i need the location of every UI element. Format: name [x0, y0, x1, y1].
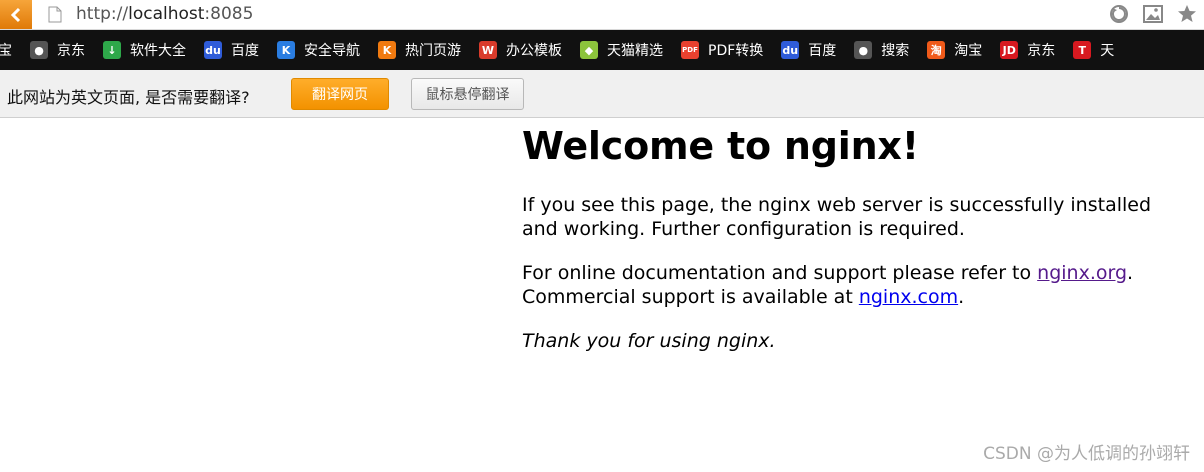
bookmark-item[interactable]: T天	[1073, 40, 1114, 60]
bookmark-label: 宝	[0, 43, 12, 59]
bookmark-item[interactable]: ● 京东	[30, 40, 85, 60]
bookmark-label: 百度	[231, 43, 259, 59]
bookmark-label: 淘宝	[954, 43, 983, 59]
bookmark-label: 天	[1100, 43, 1115, 59]
bookmark-item[interactable]: K 热门页游	[378, 40, 461, 60]
bookmark-item[interactable]: du 百度	[204, 40, 259, 60]
docs-paragraph: For online documentation and support ple…	[522, 261, 1182, 309]
image-icon	[1143, 5, 1163, 23]
translate-prompt: 此网站为英文页面, 是否需要翻译?	[7, 88, 250, 107]
docs-period: .	[1127, 262, 1134, 284]
bookmark-item[interactable]: ◆ 天猫精选	[580, 40, 663, 60]
commercial-text: Commercial support is available at	[522, 286, 859, 308]
bookmark-label: 天猫精选	[607, 43, 663, 59]
tmall-icon: T	[1073, 41, 1092, 59]
leaf-icon: ◆	[580, 41, 598, 59]
page-icon	[48, 6, 62, 23]
back-arrow-icon	[10, 7, 21, 22]
jd-icon: JD	[1000, 41, 1019, 59]
docs-text: For online documentation and support ple…	[522, 262, 1038, 284]
url-scheme: http://	[76, 4, 129, 24]
baidu-icon: du	[781, 41, 800, 59]
template-icon: W	[479, 41, 497, 59]
k-icon: K	[277, 41, 295, 59]
watermark: CSDN @为人低调的孙翊轩	[983, 444, 1190, 464]
bookmark-item[interactable]: W 办公模板	[479, 40, 562, 60]
star-icon	[1178, 5, 1196, 22]
bookmark-item[interactable]: JD 京东	[1000, 40, 1055, 60]
bookmark-label: 京东	[1027, 43, 1056, 59]
commercial-period: .	[958, 286, 965, 308]
nginx-org-link[interactable]: nginx.org	[1037, 262, 1127, 284]
hover-translate-button[interactable]: 鼠标悬停翻译	[411, 78, 524, 110]
bookmark-label: 安全导航	[304, 43, 360, 59]
download-icon: ↓	[103, 41, 121, 59]
bookmark-label: 京东	[57, 43, 85, 59]
refresh-icon	[1110, 5, 1128, 23]
k-game-icon: K	[378, 41, 396, 59]
translate-page-button[interactable]: 翻译网页	[291, 78, 389, 110]
intro-paragraph: If you see this page, the nginx web serv…	[522, 194, 1152, 240]
globe-icon: ●	[854, 41, 873, 59]
address-bar: http://localhost:8085	[0, 0, 1204, 30]
bookmark-item[interactable]: 淘淘宝	[927, 40, 982, 60]
bookmark-item[interactable]: 宝	[0, 40, 12, 60]
page-title: Welcome to nginx!	[522, 124, 919, 168]
bookmark-label: 软件大全	[130, 43, 186, 59]
globe-icon: ●	[30, 41, 48, 59]
bookmark-label: 热门页游	[405, 43, 461, 59]
back-button[interactable]	[0, 0, 32, 29]
thanks-paragraph: Thank you for using nginx.	[522, 330, 776, 352]
baidu-icon: du	[204, 41, 222, 59]
address-actions	[1108, 3, 1198, 25]
url-port: :8085	[204, 4, 254, 24]
bookmark-item[interactable]: PDF PDF转换	[681, 40, 763, 60]
pdf-icon: PDF	[681, 41, 699, 59]
favorite-button[interactable]	[1176, 3, 1198, 25]
url-field[interactable]: http://localhost:8085	[76, 4, 253, 24]
bookmark-item[interactable]: ● 搜索	[854, 40, 909, 60]
bookmark-item[interactable]: K 安全导航	[277, 40, 360, 60]
bookmark-label: 搜索	[881, 43, 910, 59]
bookmark-item[interactable]: ↓ 软件大全	[103, 40, 186, 60]
bookmarks-bar: 宝 ● 京东 ↓ 软件大全 du 百度 K 安全导航 K 热门页游 W 办公模板 ◆ 天猫精选 PDF PDF转…	[0, 30, 1204, 70]
bookmark-item[interactable]: du 百度	[781, 40, 836, 60]
bookmark-label: 百度	[808, 43, 837, 59]
refresh-button[interactable]	[1108, 3, 1130, 25]
translate-bar: 此网站为英文页面, 是否需要翻译? 翻译网页 鼠标悬停翻译	[0, 70, 1204, 118]
bookmark-label: PDF转换	[708, 43, 764, 59]
nginx-com-link[interactable]: nginx.com	[859, 286, 958, 308]
taobao-icon: 淘	[927, 41, 946, 59]
url-host: localhost	[128, 4, 205, 24]
page-content: Welcome to nginx! If you see this page, …	[522, 118, 1182, 353]
bookmark-label: 办公模板	[506, 43, 562, 59]
screenshot-button[interactable]	[1142, 3, 1164, 25]
